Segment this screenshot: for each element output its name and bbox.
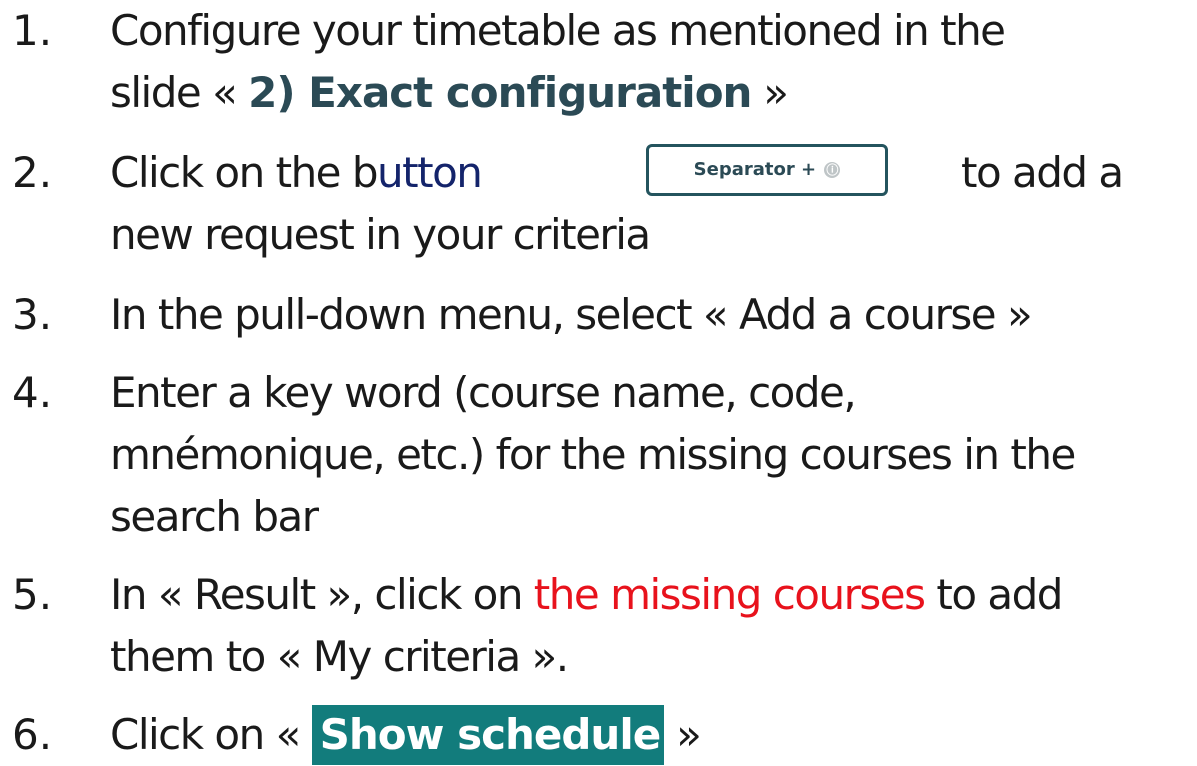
step-text-prefix: slide « bbox=[110, 68, 249, 117]
step-number: 3. bbox=[12, 290, 53, 339]
step-text-prefix: In « Result », click on bbox=[110, 570, 534, 619]
step-text: Click on the button Separator + ⓘ to add… bbox=[110, 142, 1197, 266]
step-text: In the pull-down menu, select « Add a co… bbox=[110, 284, 1197, 346]
step-text-colored: utton bbox=[377, 148, 483, 197]
step-line: In « Result », click on the missing cour… bbox=[110, 564, 1197, 626]
separator-button-label: Separator + bbox=[693, 159, 817, 180]
step-line: mnémonique, etc.) for the missing course… bbox=[110, 430, 1076, 479]
step-text: In « Result », click on the missing cour… bbox=[110, 564, 1197, 688]
step-text-prefix: Click on « bbox=[110, 710, 312, 759]
info-icon: ⓘ bbox=[824, 162, 841, 178]
separator-add-button[interactable]: Separator + ⓘ bbox=[646, 144, 888, 196]
step-text-suffix: to add bbox=[924, 570, 1063, 619]
step-number: 2. bbox=[12, 148, 53, 197]
step-line: Configure your timetable as mentioned in… bbox=[110, 6, 1006, 55]
step-number: 1. bbox=[12, 6, 53, 55]
show-schedule-button[interactable]: Show schedule bbox=[311, 705, 665, 765]
step-line: Enter a key word (course name, code, bbox=[110, 368, 857, 417]
step-number: 5. bbox=[12, 570, 53, 619]
step-line: new request in your criteria bbox=[110, 210, 651, 259]
step-line: slide « 2) Exact configuration » bbox=[110, 62, 1197, 124]
step-line: In the pull-down menu, select « Add a co… bbox=[110, 290, 1033, 339]
step-text-prefix: Click on the b bbox=[110, 148, 379, 197]
missing-courses-highlight: the missing courses bbox=[533, 570, 926, 619]
step-line: search bar bbox=[110, 492, 319, 541]
step-number: 4. bbox=[12, 368, 53, 417]
step-line: them to « My criteria ». bbox=[110, 632, 569, 681]
slide-reference: 2) Exact configuration bbox=[248, 68, 752, 117]
step-text-suffix: » bbox=[751, 68, 789, 117]
step-text: Configure your timetable as mentioned in… bbox=[110, 0, 1197, 124]
step-text-suffix: » bbox=[664, 710, 702, 759]
step-line: Click on the button Separator + ⓘ to add… bbox=[110, 142, 1197, 204]
step-text-suffix: to add a bbox=[961, 148, 1124, 197]
step-text: Enter a key word (course name, code, mné… bbox=[110, 362, 1197, 548]
